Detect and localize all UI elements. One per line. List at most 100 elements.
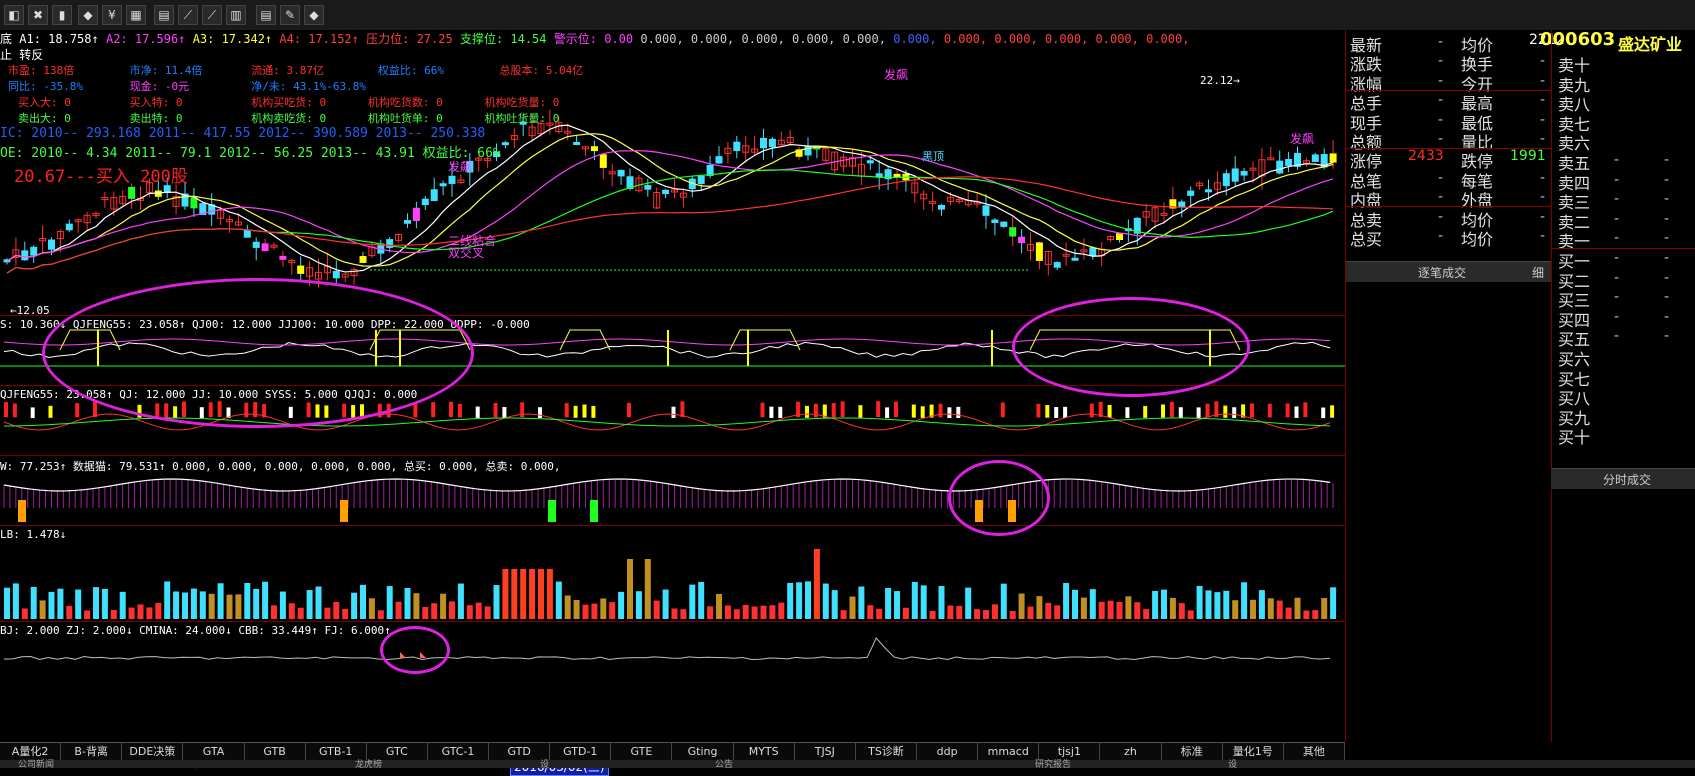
toolbar-icon[interactable]: ▤ <box>256 5 276 25</box>
volume-bar <box>555 581 562 619</box>
volume-bar <box>742 604 749 619</box>
trapezoid-signal <box>729 329 801 351</box>
indicator-tab[interactable]: GTA <box>183 743 245 761</box>
indicator-tab[interactable]: GTD-1 <box>550 743 612 761</box>
signal-bar <box>813 403 818 418</box>
volume-bar <box>119 591 126 619</box>
book-empty: - <box>1614 328 1620 345</box>
volume-bar <box>1330 587 1337 619</box>
tick-detail-button[interactable]: 细 <box>1532 264 1544 281</box>
volume-bar <box>1125 596 1132 619</box>
book-empty: - <box>1664 308 1670 325</box>
chart-area[interactable]: 底 A1: 18.758↑ A2: 17.596↑ A3: 17.342↑ A4… <box>0 30 1345 776</box>
indicator-tab[interactable]: DDE决策 <box>122 743 184 761</box>
indicator-tab[interactable]: TJSJ <box>795 743 856 761</box>
minute-tab[interactable]: 分时成交 <box>1551 468 1695 489</box>
status-settings-2[interactable]: 设 <box>1228 757 1237 770</box>
turn-label: 转反 <box>19 48 44 62</box>
status-dragon[interactable]: 龙虎榜 <box>355 757 382 770</box>
volume-bar <box>57 588 64 619</box>
volume-bar <box>475 602 482 619</box>
indicator-tab[interactable]: zh <box>1100 743 1162 761</box>
signal-bar <box>956 406 961 418</box>
indicator-tab[interactable]: B-背离 <box>61 743 123 761</box>
indicator-tab[interactable]: mmacd <box>978 743 1040 761</box>
candle <box>1053 262 1061 268</box>
indicator-tab[interactable]: TS诊断 <box>856 743 918 761</box>
indicator-tab[interactable]: MYTS <box>734 743 795 761</box>
signal-bar <box>1063 406 1068 418</box>
status-research[interactable]: 研究报告 <box>1035 757 1071 770</box>
candle <box>439 183 447 187</box>
volume-bar <box>306 590 313 619</box>
toolbar-icon[interactable]: ▥ <box>226 5 246 25</box>
signal-bar <box>680 401 685 418</box>
candle <box>359 256 367 263</box>
toolbar-icon[interactable]: ¥ <box>102 5 122 25</box>
status-news[interactable]: 公司新闻 <box>18 757 54 770</box>
volume-bar <box>315 586 322 619</box>
status-notice[interactable]: 公告 <box>715 757 733 770</box>
annotation-double-cross: 双交叉 <box>448 246 485 260</box>
indicator-tab[interactable]: GTE <box>611 743 673 761</box>
toolbar-icon[interactable]: ◧ <box>4 5 24 25</box>
candle <box>21 250 29 261</box>
tick-tab[interactable]: 逐笔成交 细 <box>1346 261 1551 282</box>
info-sell-big: 卖出大: 0 <box>18 112 71 125</box>
info-buy-special: 买入特: 0 <box>129 96 183 109</box>
signal-bar <box>1285 403 1290 418</box>
volume-bar <box>1250 599 1256 619</box>
volume-bar <box>404 587 411 619</box>
candle <box>662 189 670 195</box>
signal-bar <box>947 407 952 419</box>
candle <box>1009 227 1017 237</box>
zeros-blue: 0.000, <box>893 32 937 46</box>
info-row-2: 同比: -35.8% 现金: -0元 净/未: 43.1%-63.8% <box>8 78 366 94</box>
toolbar-icon[interactable]: ▮ <box>52 5 72 25</box>
volume-bar <box>600 598 607 619</box>
volume-bar <box>1178 603 1185 619</box>
volume-bar <box>342 609 349 619</box>
indicator-tab[interactable]: ddp <box>917 743 979 761</box>
indicator-tab[interactable]: GTB <box>245 743 306 761</box>
volume-bar <box>511 569 518 619</box>
toolbar-icon[interactable]: ⟋ <box>202 5 222 25</box>
signal-bar <box>920 406 925 418</box>
toolbar-icon[interactable]: ▤ <box>154 5 174 25</box>
toolbar-icon[interactable]: ▦ <box>126 5 146 25</box>
zeros-red: 0.000, 0.000, 0.000, 0.000, 0.000, <box>943 32 1190 46</box>
panel4-header: W: 77.253↑ 数据猫: 79.531↑ 0.000, 0.000, 0.… <box>0 460 561 473</box>
quote-empty: - <box>1540 92 1546 109</box>
indicator-tab[interactable]: 标准 <box>1162 743 1223 761</box>
signal-bar <box>1250 403 1254 418</box>
volume-bar <box>12 583 19 619</box>
buy-signal: 20.67---买入 200股 <box>14 167 188 187</box>
candle <box>1000 221 1008 227</box>
quote-empty: - <box>1540 208 1546 225</box>
candle <box>404 220 411 224</box>
toolbar-icon[interactable]: ◆ <box>78 5 98 25</box>
candle <box>599 154 607 168</box>
status-settings[interactable]: 设 <box>540 757 549 770</box>
toolbar-icon[interactable]: ✎ <box>280 5 300 25</box>
volume-bar <box>751 606 758 619</box>
book-empty: - <box>1664 269 1670 286</box>
indicator-tab[interactable]: GTC-1 <box>428 743 490 761</box>
toolbar-icon[interactable]: ✖ <box>28 5 48 25</box>
toolbar-icon[interactable]: ◆ <box>304 5 324 25</box>
candle <box>768 138 776 148</box>
indicator-tab[interactable]: 其他 <box>1284 743 1345 761</box>
volume-bar <box>724 605 731 619</box>
toolbar-icon[interactable]: ⟋ <box>178 5 198 25</box>
panel-divider <box>0 455 1345 456</box>
volume-bar <box>1072 589 1078 619</box>
candle <box>1311 154 1319 162</box>
annotation-black-top: 黑顶 <box>922 150 944 163</box>
volume-bar <box>208 593 215 619</box>
volume-bar <box>1187 610 1194 619</box>
volume-bar <box>1089 589 1096 619</box>
volume-bar <box>190 588 197 619</box>
volume-bar <box>822 583 829 619</box>
highlight-bar <box>340 500 348 522</box>
quote-empty: - <box>1438 228 1444 244</box>
